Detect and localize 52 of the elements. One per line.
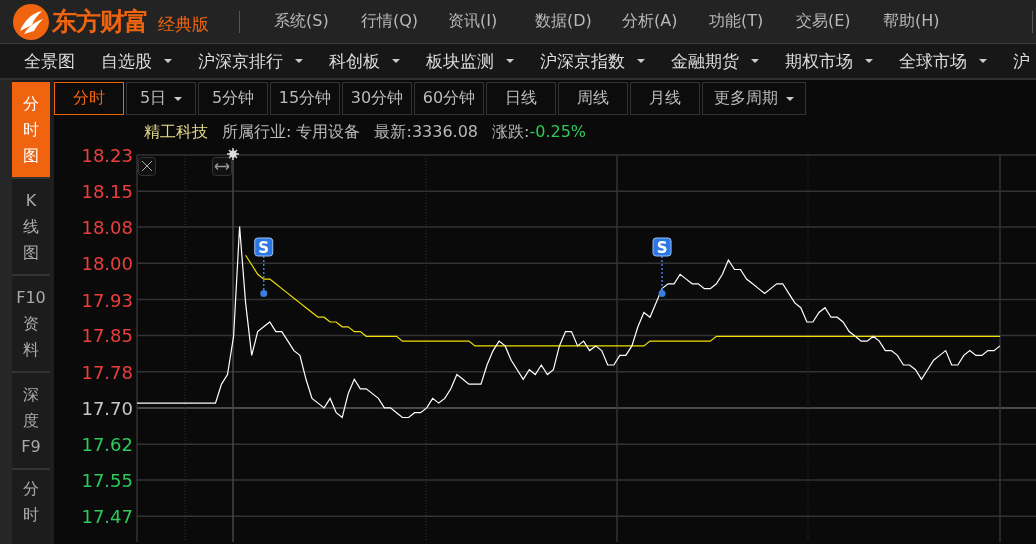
latest-price: 最新:3336.08 (374, 121, 479, 143)
edition-label: 经典版 (158, 13, 209, 36)
signal-badge[interactable]: S (652, 237, 672, 257)
nav-tab[interactable]: 自选股 (101, 49, 152, 73)
period-tab[interactable]: 30分钟 (342, 82, 412, 115)
period-tab[interactable]: 分时 (54, 82, 124, 115)
sidebar-tab[interactable]: 深度F9 (12, 373, 50, 470)
nav-tab[interactable]: 金融期货 (671, 49, 739, 73)
nav-tab[interactable]: 全景图 (24, 49, 75, 73)
nav-tab[interactable]: 板块监测 (426, 49, 494, 73)
period-tab[interactable]: 日线 (486, 82, 556, 115)
period-tab[interactable]: 周线 (558, 82, 628, 115)
menu-item[interactable]: 功能(T) (709, 11, 777, 32)
nav-tab[interactable]: 沪深京排行 (198, 49, 283, 73)
price-label: 17.78 (81, 361, 133, 383)
period-tab[interactable]: 月线 (630, 82, 700, 115)
period-tab[interactable]: 15分钟 (270, 82, 340, 115)
price-label: 18.08 (81, 217, 133, 239)
menu-item[interactable]: 帮助(H) (883, 11, 951, 32)
period-tab[interactable]: 5日 (126, 82, 196, 115)
price-label: 17.85 (81, 325, 133, 347)
price-label: 17.93 (81, 289, 133, 311)
price-label: 18.23 (81, 148, 133, 166)
industry-label: 所属行业: 专用设备 (222, 121, 361, 143)
nav-tab[interactable]: 科创板 (329, 49, 380, 73)
menu-item[interactable]: 数据(D) (535, 11, 603, 32)
change-value: -0.25% (529, 121, 587, 143)
price-label: 18.15 (81, 181, 133, 203)
nav-tab[interactable]: 全球市场 (899, 49, 967, 73)
signal-badge[interactable]: S (254, 237, 274, 257)
menu-item[interactable]: 系统(S) (274, 11, 342, 32)
price-label: 17.55 (81, 469, 133, 491)
sidebar-tab[interactable]: 分时 (12, 470, 50, 544)
period-tab[interactable]: 5分钟 (198, 82, 268, 115)
period-tab[interactable]: 更多周期 (702, 82, 806, 115)
stock-name: 精工科技 (144, 121, 208, 143)
menu-item[interactable]: 行情(Q) (361, 11, 429, 32)
nav-tab[interactable]: 沪深京指数 (540, 49, 625, 73)
price-label: 17.62 (81, 434, 133, 456)
sidebar-tab[interactable]: K线图 (12, 179, 50, 276)
sidebar-tab[interactable]: F10资料 (12, 276, 50, 373)
price-label: 17.70 (81, 397, 133, 419)
period-tab[interactable]: 60分钟 (414, 82, 484, 115)
nav-tab[interactable]: 沪 (1013, 49, 1030, 73)
menu-item[interactable]: 分析(A) (622, 11, 690, 32)
nav-tab[interactable]: 期权市场 (785, 49, 853, 73)
menu-item[interactable]: 资讯(I) (448, 11, 516, 32)
brand-name: 东方财富 (52, 6, 148, 38)
price-label: 17.47 (81, 506, 133, 528)
change-label: 涨跌: (492, 121, 530, 143)
menu-item[interactable]: 交易(E) (796, 11, 864, 32)
price-label: 18.00 (81, 253, 133, 275)
